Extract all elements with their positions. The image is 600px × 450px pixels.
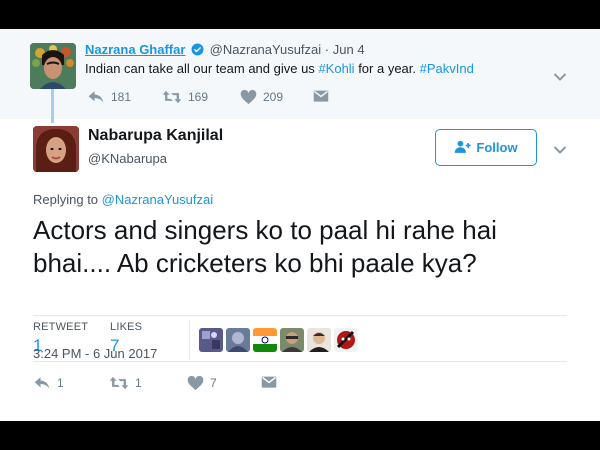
divider [33,361,567,362]
tweet-timestamp[interactable]: 3:24 PM - 6 Jun 2017 [33,346,157,361]
reply-button[interactable]: 181 [87,89,131,105]
main-handle[interactable]: @KNabarupa [88,151,167,166]
liker-avatar[interactable] [307,328,331,352]
retweet-stat-label: RETWEET [33,321,89,333]
reply-count: 181 [111,90,132,104]
reply-count: 1 [57,376,64,390]
stats-separator [189,320,190,360]
liker-avatar[interactable] [253,328,277,352]
liker-avatar[interactable] [334,328,358,352]
parent-date[interactable]: Jun 4 [333,42,365,57]
like-count: 209 [263,90,284,104]
heart-icon [187,375,204,391]
hashtag-link-kohli[interactable]: #Kohli [318,61,354,76]
parent-handle[interactable]: @NazranaYusufzai [210,42,321,57]
replying-prefix: Replying to [33,192,102,207]
mention-link[interactable]: @NazranaYusufzai [102,192,213,207]
dm-icon [261,375,277,390]
divider [33,315,567,316]
chevron-down-icon[interactable] [553,142,567,160]
like-button[interactable]: 7 [187,375,217,391]
parent-tweet[interactable]: Nazrana Ghaffar @NazranaYusufzai · Jun 4… [0,29,600,123]
like-button[interactable]: 209 [240,89,283,105]
follow-user-icon [454,140,472,156]
thread-line [51,89,54,123]
parent-tweet-text: Indian can take all our team and give us… [85,61,474,76]
heart-icon [240,89,257,105]
verified-badge-icon [191,43,204,59]
tweet-frame: Nazrana Ghaffar @NazranaYusufzai · Jun 4… [0,29,600,421]
parent-display-name[interactable]: Nazrana Ghaffar [85,42,185,57]
avatar[interactable] [30,43,76,89]
hashtag-link-pakvind[interactable]: #PakvInd [420,61,474,76]
reply-button[interactable]: 1 [33,375,64,391]
dm-icon [313,89,329,104]
main-tweet-text: Actors and singers ko to paal hi rahe ha… [33,215,497,278]
likes-stat-label: LIKES [110,321,143,333]
liker-avatar[interactable] [280,328,304,352]
liker-avatar[interactable] [226,328,250,352]
chevron-down-icon[interactable] [553,69,567,87]
follow-button[interactable]: Follow [435,129,537,166]
parent-text-part-1: Indian can take all our team and give us [85,61,319,76]
main-display-name[interactable]: Nabarupa Kanjilal [88,127,223,145]
retweet-button[interactable]: 1 [109,375,142,391]
parent-text-part-2: for a year. [354,61,420,76]
avatar[interactable] [33,126,79,172]
parent-header: Nazrana Ghaffar @NazranaYusufzai · Jun 4 [85,42,365,59]
retweet-button[interactable]: 169 [162,89,208,105]
reply-icon [33,375,51,391]
reply-icon [87,89,105,105]
replying-to: Replying to @NazranaYusufzai [33,192,213,207]
liker-avatars [199,328,358,352]
dm-button[interactable] [313,89,329,104]
retweet-count: 169 [188,90,209,104]
follow-label: Follow [476,140,518,155]
dm-button[interactable] [261,375,277,390]
retweet-count: 1 [135,376,142,390]
separator-dot: · [324,42,330,57]
retweet-icon [109,375,129,391]
retweet-icon [162,89,182,105]
liker-avatar[interactable] [199,328,223,352]
like-count: 7 [210,376,217,390]
